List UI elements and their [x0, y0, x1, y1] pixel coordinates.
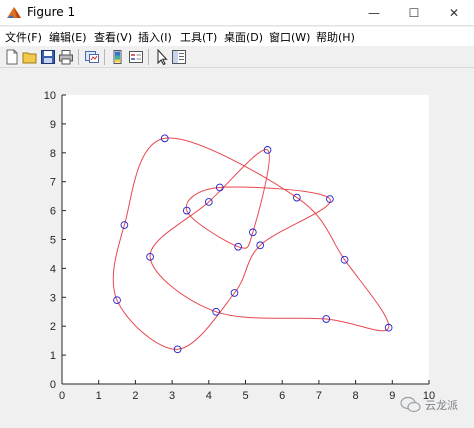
menu-desktop[interactable]: 桌面(D) — [224, 29, 263, 45]
x-tick-label: 3 — [169, 390, 175, 402]
toolbar-separator — [148, 49, 149, 65]
menu-tools[interactable]: 工具(T) — [180, 29, 217, 45]
title-bar: Figure 1 — ☐ ✕ — [0, 0, 474, 26]
watermark: 云龙派 — [400, 396, 458, 413]
x-tick-label: 8 — [353, 390, 359, 402]
toolbar — [0, 46, 474, 68]
plot-svg: 0 1 2 3 4 5 6 7 8 9 10012345678910 云龙派 — [44, 90, 458, 413]
x-tick-label: 6 — [279, 390, 285, 402]
save-icon[interactable] — [40, 49, 56, 65]
y-tick-label: 9 — [50, 119, 56, 131]
y-tick-label: 8 — [50, 148, 56, 160]
y-tick-label: 4 — [50, 263, 56, 275]
colorbar-icon[interactable] — [110, 49, 126, 65]
menu-help[interactable]: 帮助(H) — [316, 29, 355, 45]
y-tick-label: 7 — [50, 177, 56, 189]
watermark-text: 云龙派 — [425, 399, 458, 412]
new-figure-icon[interactable] — [4, 49, 20, 65]
legend-icon[interactable] — [128, 49, 144, 65]
y-tick-label: 0 — [50, 379, 56, 391]
x-tick-label: 1 — [96, 390, 102, 402]
wechat-icon — [400, 396, 421, 413]
y-tick-label: 10 — [44, 90, 56, 102]
y-tick-label: 3 — [50, 292, 56, 304]
toolbar-separator — [104, 49, 105, 65]
menu-bar: 文件(F) 编辑(E) 查看(V) 插入(I) 工具(T) 桌面(D) 窗口(W… — [0, 27, 474, 46]
x-tick-label: 0 — [59, 390, 65, 402]
axes-background — [62, 95, 429, 384]
menu-window[interactable]: 窗口(W) — [269, 29, 310, 45]
toolbar-separator — [78, 49, 79, 65]
maximize-button[interactable]: ☐ — [394, 0, 434, 26]
x-tick-label: 9 — [389, 390, 395, 402]
x-tick-label: 2 — [132, 390, 138, 402]
close-button[interactable]: ✕ — [434, 0, 474, 26]
minimize-button[interactable]: — — [354, 0, 394, 26]
figure-canvas: 0 1 2 3 4 5 6 7 8 9 10 0 1 2 3 4 5 6 7 8 9 10 云龙派 — [0, 68, 474, 424]
x-tick-label: 5 — [242, 390, 248, 402]
print-icon[interactable] — [58, 49, 74, 65]
y-tick-label: 1 — [50, 350, 56, 362]
menu-file[interactable]: 文件(F) — [5, 29, 42, 45]
y-tick-label: 6 — [50, 206, 56, 218]
property-inspector-icon[interactable] — [171, 49, 187, 65]
y-tick-label: 5 — [50, 235, 56, 247]
x-tick-label: 7 — [316, 390, 322, 402]
figure-window: Figure 1 — ☐ ✕ 文件(F) 编辑(E) 查看(V) 插入(I) 工… — [0, 0, 474, 424]
menu-edit[interactable]: 编辑(E) — [49, 29, 87, 45]
y-tick-label: 2 — [50, 321, 56, 333]
open-folder-icon[interactable] — [22, 49, 38, 65]
window-title: Figure 1 — [27, 5, 76, 19]
menu-insert[interactable]: 插入(I) — [138, 29, 172, 45]
menu-view[interactable]: 查看(V) — [94, 29, 132, 45]
x-tick-label: 4 — [206, 390, 212, 402]
link-plot-icon[interactable] — [84, 49, 100, 65]
pointer-icon[interactable] — [154, 49, 170, 65]
matlab-app-icon — [7, 7, 21, 18]
